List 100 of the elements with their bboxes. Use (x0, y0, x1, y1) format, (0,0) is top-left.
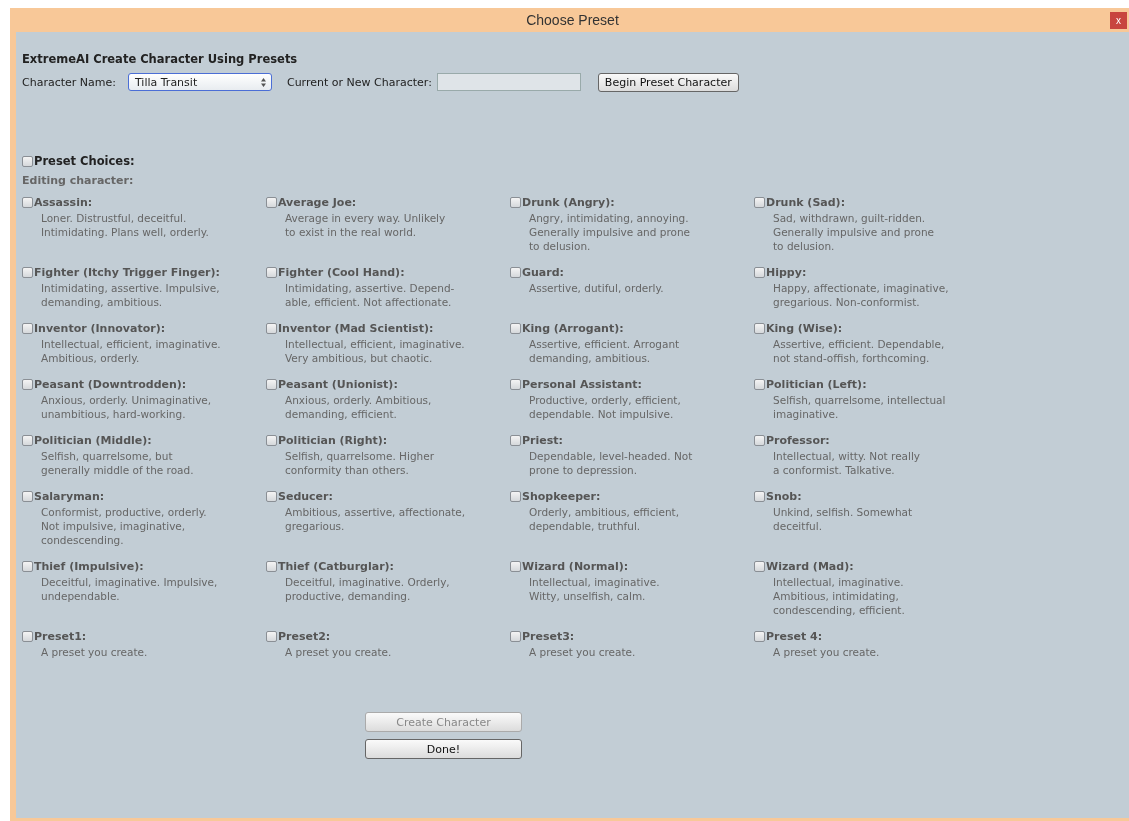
checkbox[interactable] (754, 561, 765, 572)
checkbox[interactable] (22, 631, 33, 642)
preset-name: Preset3: (522, 630, 575, 643)
checkbox-label: Preset Choices: (34, 154, 135, 168)
preset-name: Average Joe: (278, 196, 357, 209)
preset-description: Dependable, level-headed. Not prone to depression. (529, 449, 694, 477)
checkbox[interactable] (510, 491, 521, 502)
preset-name: Guard: (522, 266, 564, 279)
checkbox[interactable] (754, 197, 765, 208)
checkbox[interactable] (22, 379, 33, 390)
checkbox[interactable] (510, 631, 521, 642)
preset-description: Intimidating, assertive. Depend- able, efficient. Not affectionate. (285, 281, 456, 309)
preset-description: Unkind, selfish. Somewhat deceitful. (773, 505, 914, 533)
checkbox[interactable] (510, 267, 521, 278)
preset-name: Inventor (Mad Scientist): (278, 322, 434, 335)
dialog-button[interactable]: Done! (365, 739, 522, 759)
preset-description: Assertive, efficient. Arrogant demanding, ambitious. (529, 337, 681, 365)
preset-name: Thief (Catburglar): (278, 560, 394, 573)
field-label: Character Name: (22, 75, 116, 89)
preset-description: Assertive, dutiful, orderly. (529, 281, 665, 295)
begin-button[interactable]: Begin Preset Character (597, 72, 739, 92)
preset-name: Drunk (Angry): (522, 196, 615, 209)
checkbox[interactable] (754, 323, 765, 334)
checkbox[interactable] (754, 491, 765, 502)
preset-name: Politician (Left): (766, 378, 867, 391)
character-select[interactable]: Tilla Transit (127, 73, 272, 91)
preset-name: Priest: (522, 434, 563, 447)
preset-name: Peasant (Downtrodden): (34, 378, 187, 391)
field-label: Current or New Character: (286, 75, 432, 89)
checkbox[interactable] (266, 491, 277, 502)
checkbox[interactable] (510, 323, 521, 334)
preset-name: King (Wise): (766, 322, 843, 335)
checkbox[interactable] (22, 267, 33, 278)
preset-description: Intellectual, witty. Not really a conformist. Talkative. (773, 449, 922, 477)
close-button[interactable]: x (1110, 12, 1127, 29)
preset-description: Anxious, orderly. Unimaginative, unambitious, hard-working. (41, 393, 213, 421)
checkbox[interactable] (22, 323, 33, 334)
preset-name: Snob: (766, 490, 802, 503)
preset-name: Politician (Middle): (34, 434, 152, 447)
updown-icon (260, 77, 266, 87)
preset-name: Hippy: (766, 266, 807, 279)
preset-description: A preset you create. (529, 645, 637, 659)
checkbox[interactable] (22, 197, 33, 208)
checkbox[interactable] (22, 155, 33, 167)
preset-description: Intellectual, imaginative. Ambitious, intimidating, condescending, efficient. (773, 575, 906, 617)
preset-description: A preset you create. (41, 645, 149, 659)
preset-description: Intellectual, efficient, imaginative. Very ambitious, but chaotic. (285, 337, 466, 365)
checkbox[interactable] (754, 379, 765, 390)
window-title: Choose Preset (526, 12, 619, 28)
preset-description: Orderly, ambitious, efficient, dependable, truthful. (529, 505, 681, 533)
preset-name: Preset2: (278, 630, 331, 643)
preset-description: Intimidating, assertive. Impulsive, demanding, ambitious. (41, 281, 221, 309)
preset-name: Preset 4: (766, 630, 823, 643)
preset-name: Salaryman: (34, 490, 105, 503)
checkbox[interactable] (754, 267, 765, 278)
preset-description: Happy, affectionate, imaginative, gregarious. Non-conformist. (773, 281, 950, 309)
character-input[interactable] (436, 73, 581, 91)
section-heading: ExtremeAI Create Character Using Presets (22, 52, 299, 66)
preset-name: Shopkeeper: (522, 490, 601, 503)
preset-description: Deceitful, imaginative. Impulsive, undependable. (41, 575, 219, 603)
checkbox[interactable] (22, 561, 33, 572)
preset-name: Personal Assistant: (522, 378, 642, 391)
checkbox[interactable] (266, 561, 277, 572)
checkbox[interactable] (266, 197, 277, 208)
preset-name: Preset1: (34, 630, 87, 643)
checkbox[interactable] (266, 435, 277, 446)
preset-name: Peasant (Unionist): (278, 378, 398, 391)
preset-description: Selfish, quarrelsome. Higher conformity than others. (285, 449, 435, 477)
preset-name: Politician (Right): (278, 434, 388, 447)
preset-name: Drunk (Sad): (766, 196, 846, 209)
preset-description: Average in every way. Unlikely to exist in the real world. (285, 211, 447, 239)
checkbox[interactable] (510, 379, 521, 390)
checkbox[interactable] (754, 435, 765, 446)
preset-description: Conformist, productive, orderly. Not impulsive, imaginative, condescending. (41, 505, 208, 547)
preset-description: Selfish, quarrelsome, intellectual imaginative. (773, 393, 947, 421)
preset-description: Ambitious, assertive, affectionate, gregarious. (285, 505, 467, 533)
preset-name: Thief (Impulsive): (34, 560, 144, 573)
checkbox[interactable] (266, 323, 277, 334)
checkbox[interactable] (754, 631, 765, 642)
preset-name: Fighter (Cool Hand): (278, 266, 405, 279)
preset-description: Angry, intimidating, annoying. Generally impulsive and prone to delusion. (529, 211, 691, 253)
preset-name: Inventor (Innovator): (34, 322, 166, 335)
checkbox[interactable] (510, 197, 521, 208)
checkbox[interactable] (22, 491, 33, 502)
preset-description: A preset you create. (285, 645, 393, 659)
preset-name: Assassin: (34, 196, 93, 209)
checkbox[interactable] (22, 435, 33, 446)
preset-description: Assertive, efficient. Dependable, not stand-offish, forthcoming. (773, 337, 946, 365)
preset-name: Fighter (Itchy Trigger Finger): (34, 266, 220, 279)
preset-description: Sad, withdrawn, guilt-ridden. Generally impulsive and prone to delusion. (773, 211, 935, 253)
checkbox[interactable] (510, 561, 521, 572)
preset-description: Intellectual, efficient, imaginative. Ambitious, orderly. (41, 337, 222, 365)
checkbox[interactable] (266, 267, 277, 278)
checkbox[interactable] (510, 435, 521, 446)
preset-description: A preset you create. (773, 645, 881, 659)
preset-description: Anxious, orderly. Ambitious, demanding, efficient. (285, 393, 433, 421)
checkbox[interactable] (266, 379, 277, 390)
checkbox[interactable] (266, 631, 277, 642)
preset-name: Professor: (766, 434, 830, 447)
editing-label: Editing character: (22, 174, 135, 187)
